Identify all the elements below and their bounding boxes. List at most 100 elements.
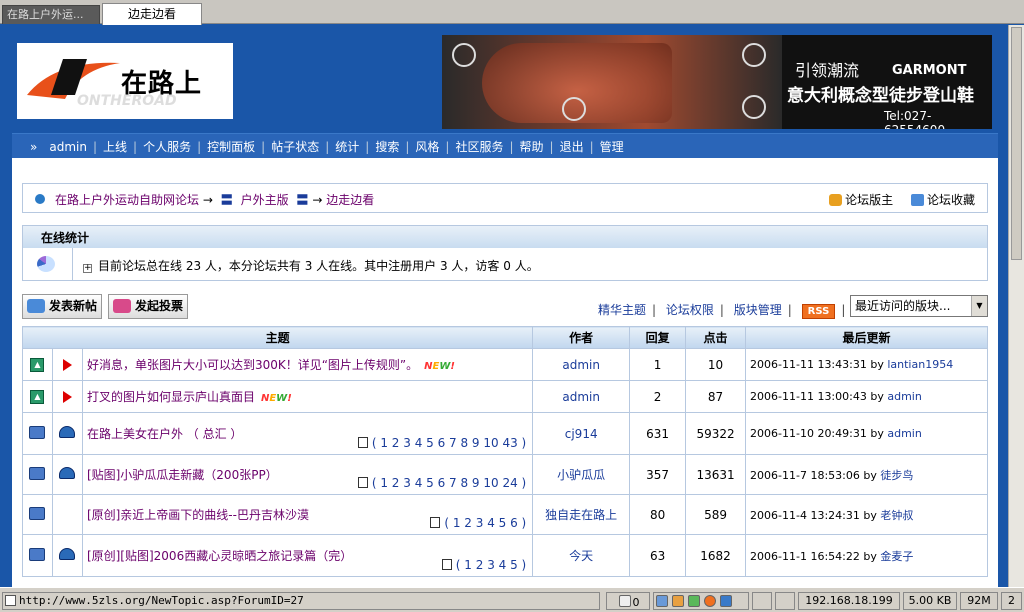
page-links[interactable]: ( 1 2 3 4 5 6 ) (430, 516, 526, 530)
topic-author[interactable]: cj914 (532, 412, 631, 455)
vertical-scrollbar[interactable] (1008, 25, 1024, 587)
status-bar: http://www.5zls.org/NewTopic.asp?ForumID… (0, 587, 1024, 612)
page-content: 在路上 ONTHEROAD 引领潮流 GARMONT 意大利概念型徒步登山鞋 T… (2, 25, 1008, 587)
nav-online[interactable]: 上线 (103, 138, 127, 155)
breadcrumb-current[interactable]: 边走边看 (326, 193, 374, 207)
dropdown-arrow-icon[interactable]: ▼ (971, 296, 987, 316)
permissions-link[interactable]: 论坛权限 (666, 303, 714, 317)
moderator-link[interactable]: 论坛版主 (829, 193, 893, 207)
main-area: 在路上户外运动自助网论坛 → 〓 户外主版 〓 → 边走边看 论坛版主 论坛收藏 … (12, 158, 998, 587)
nav-personal[interactable]: 个人服务 (143, 138, 191, 155)
expand-icon[interactable]: + (83, 264, 92, 273)
last-update-user[interactable]: 老钟叔 (880, 509, 913, 522)
status-num: 2 (1001, 592, 1022, 610)
topic-title[interactable]: 在路上美女在户外 （ 总汇 ） (87, 427, 242, 441)
last-update-user[interactable]: admin (887, 427, 921, 440)
breadcrumb: 在路上户外运动自助网论坛 → 〓 户外主版 〓 → 边走边看 论坛版主 论坛收藏 (22, 183, 988, 213)
tab-forum[interactable]: 在路上户外运... (2, 5, 100, 24)
last-update-user[interactable]: lantian1954 (887, 358, 953, 371)
topic-title[interactable]: [原创]亲近上帝画下的曲线--巴丹吉林沙漠 (87, 508, 309, 522)
scrollbar-thumb[interactable] (1011, 27, 1022, 260)
recent-forums-select[interactable]: 最近访问的版块... ▼ (850, 295, 988, 317)
banner-image (442, 35, 782, 129)
feature-icon (452, 43, 476, 67)
last-update-user[interactable]: admin (887, 390, 921, 403)
moderator-icon (829, 194, 843, 206)
folder-icon (29, 506, 46, 520)
new-badge-icon: NEW! (424, 361, 455, 372)
topic-author[interactable]: admin (532, 380, 631, 413)
topic-title[interactable]: [原创][贴图]2006西藏心灵晾晒之旅记录篇（完） (87, 549, 352, 563)
folder-icon (29, 466, 46, 480)
star-icon[interactable] (704, 595, 716, 607)
network-icon[interactable] (656, 595, 668, 607)
table-row[interactable]: [贴图]小驴瓜瓜走新藏（200张PP） ( 1 2 3 4 5 6 7 8 9 1… (22, 454, 988, 495)
nav-user[interactable]: admin (49, 140, 87, 154)
last-update-user[interactable]: 徒步鸟 (880, 469, 913, 482)
new-poll-button[interactable]: 发起投票 (108, 294, 188, 319)
topic-views: 87 (685, 380, 747, 413)
site-logo[interactable]: 在路上 ONTHEROAD (17, 43, 233, 119)
favorite-icon (910, 194, 924, 206)
last-update-user[interactable]: 金麦子 (880, 550, 913, 563)
topic-table: 主题 作者 回复 点击 最后更新 ▲ 好消息，单张图片大小可以达到300K！详见“… (21, 326, 988, 577)
topic-title[interactable]: 好消息，单张图片大小可以达到300K！详见“图片上传规则”。 (87, 358, 418, 372)
header-replies: 回复 (629, 326, 687, 349)
new-topic-button[interactable]: 发表新帖 (22, 294, 102, 319)
pages-icon (430, 517, 441, 528)
nav-search[interactable]: 搜索 (375, 138, 399, 155)
nav-admin[interactable]: 管理 (600, 138, 624, 155)
topic-author[interactable]: 小驴瓜瓜 (532, 454, 631, 495)
header-author: 作者 (532, 326, 631, 349)
table-row[interactable]: ▲ 打叉的图片如何显示庐山真面目 NEW! admin 2 87 2006-11-11 13… (22, 380, 988, 413)
separator-icon: 〓 (296, 193, 309, 207)
page-links[interactable]: ( 1 2 3 4 5 6 7 8 9 10 43 ) (357, 436, 526, 450)
page-links[interactable]: ( 1 2 3 4 5 6 7 8 9 10 24 ) (357, 476, 526, 490)
popup-icon[interactable] (672, 595, 684, 607)
topic-replies: 63 (629, 534, 687, 577)
table-row[interactable]: 在路上美女在户外 （ 总汇 ） ( 1 2 3 4 5 6 7 8 9 10 43… (22, 412, 988, 455)
rss-button[interactable]: RSS (801, 304, 836, 319)
pages-icon (441, 559, 452, 570)
essence-link[interactable]: 精华主题 (598, 303, 646, 317)
ad-banner[interactable]: 引领潮流 GARMONT 意大利概念型徒步登山鞋 Tel:027-6255460… (442, 35, 992, 129)
logo-subtext: ONTHEROAD (77, 93, 177, 109)
manage-link[interactable]: 版块管理 (734, 303, 782, 317)
window-icon[interactable] (720, 595, 732, 607)
nav-post-status[interactable]: 帖子状态 (271, 138, 319, 155)
nav-stats[interactable]: 统计 (335, 138, 359, 155)
folder-icon (29, 547, 46, 561)
topic-title[interactable]: [贴图]小驴瓜瓜走新藏（200张PP） (87, 468, 278, 482)
header-views: 点击 (685, 326, 747, 349)
nav-help[interactable]: 帮助 (520, 138, 544, 155)
status-icons (653, 592, 749, 610)
last-update-time: 2006-11-7 18:53:06 (750, 468, 860, 482)
status-url: http://www.5zls.org/NewTopic.asp?ForumID… (2, 592, 600, 610)
feature-icon (742, 43, 766, 67)
table-row[interactable]: [原创][贴图]2006西藏心灵晾晒之旅记录篇（完） ( 1 2 3 4 5 ) 今… (22, 534, 988, 577)
page-links[interactable]: ( 1 2 3 4 5 ) (441, 558, 526, 572)
bullet-icon (35, 194, 45, 204)
separator-icon: 〓 (220, 193, 233, 207)
breadcrumb-home[interactable]: 在路上户外运动自助网论坛 (55, 193, 199, 207)
tab-bar: 在路上户外运... 边走边看 (0, 0, 1024, 25)
topic-author[interactable]: admin (532, 348, 631, 381)
banner-slogan: 引领潮流 (795, 61, 860, 80)
refresh-icon[interactable] (688, 595, 700, 607)
breadcrumb-section[interactable]: 户外主版 (241, 193, 289, 207)
topic-author[interactable]: 独自走在路上 (532, 494, 631, 535)
topic-title[interactable]: 打叉的图片如何显示庐山真面目 (87, 390, 255, 404)
nav-community[interactable]: 社区服务 (455, 138, 503, 155)
hot-icon (59, 467, 76, 479)
nav-style[interactable]: 风格 (415, 138, 439, 155)
tab-current[interactable]: 边走边看 (102, 3, 202, 25)
favorite-link[interactable]: 论坛收藏 (910, 193, 975, 207)
feature-icon (562, 97, 586, 121)
nav-logout[interactable]: 退出 (560, 138, 584, 155)
table-row[interactable]: ▲ 好消息，单张图片大小可以达到300K！详见“图片上传规则”。 NEW! admin… (22, 348, 988, 381)
table-row[interactable]: [原创]亲近上帝画下的曲线--巴丹吉林沙漠 ( 1 2 3 4 5 6 ) 独自走在… (22, 494, 988, 535)
topic-views: 589 (685, 494, 747, 535)
topic-author[interactable]: 今天 (532, 534, 631, 577)
nav-control-panel[interactable]: 控制面板 (207, 138, 255, 155)
poll-icon (113, 299, 131, 313)
